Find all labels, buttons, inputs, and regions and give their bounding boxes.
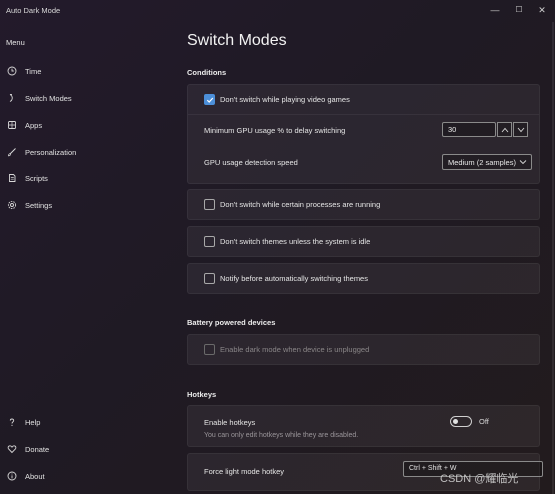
sidebar-item-help[interactable]: Help: [0, 412, 160, 432]
unplugged-option: Enable dark mode when device is unplugge…: [204, 344, 555, 355]
switch-icon: [5, 91, 19, 105]
heart-icon: [5, 442, 19, 456]
sidebar-item-label: Switch Modes: [25, 93, 72, 103]
close-button[interactable]: ✕: [535, 4, 549, 16]
gpu-speed-value: Medium (2 samples): [448, 157, 516, 167]
watermark: CSDN @耀临光: [440, 473, 519, 485]
gpu-speed-dropdown[interactable]: Medium (2 samples): [442, 154, 532, 170]
sidebar-item-label: Personalization: [25, 147, 77, 157]
gear-icon: [5, 198, 19, 212]
brush-icon: [5, 145, 19, 159]
processes-card: Don't switch while certain processes are…: [187, 189, 540, 220]
gpu-speed-row: GPU usage detection speed Medium (2 samp…: [188, 147, 539, 177]
increment-button[interactable]: [497, 122, 512, 137]
chevron-down-icon: [519, 160, 527, 165]
force-light-label: Force light mode hotkey: [204, 467, 285, 476]
sidebar-item-label: Apps: [25, 120, 43, 130]
section-hotkeys-label: Hotkeys: [187, 390, 217, 399]
idle-label: Don't switch themes unless the system is…: [220, 237, 371, 246]
unplugged-checkbox: [204, 344, 215, 355]
battery-card: Enable dark mode when device is unplugge…: [187, 334, 540, 365]
processes-option[interactable]: Don't switch while certain processes are…: [204, 199, 555, 210]
notify-checkbox[interactable]: [204, 273, 215, 284]
menu-header: Menu: [6, 38, 25, 47]
enable-hotkeys-toggle[interactable]: [450, 416, 472, 427]
title-bar: Auto Dark Mode — ☐ ✕: [0, 0, 555, 22]
gpu-threshold-row: Minimum GPU usage % to delay switching 3…: [188, 115, 539, 145]
info-icon: [5, 469, 19, 483]
minimize-button[interactable]: —: [488, 4, 502, 16]
hotkeys-note: You can only edit hotkeys while they are…: [204, 432, 359, 439]
gpu-threshold-input[interactable]: 30: [442, 122, 496, 137]
gpu-threshold-label: Minimum GPU usage % to delay switching: [204, 126, 346, 135]
apps-icon: [5, 118, 19, 132]
page-title: Switch Modes: [187, 32, 287, 49]
sidebar-item-settings[interactable]: Settings: [0, 195, 160, 215]
notify-card: Notify before automatically switching th…: [187, 263, 540, 294]
processes-label: Don't switch while certain processes are…: [220, 200, 381, 209]
notify-option[interactable]: Notify before automatically switching th…: [204, 273, 555, 284]
maximize-button[interactable]: ☐: [512, 4, 526, 16]
script-icon: [5, 171, 19, 185]
hotkeys-enable-card: Enable hotkeys You can only edit hotkeys…: [187, 405, 540, 447]
sidebar-item-personalization[interactable]: Personalization: [0, 142, 160, 162]
chevron-up-icon: [501, 127, 508, 132]
toggle-state-label: Off: [479, 417, 489, 426]
sidebar-item-switch-modes[interactable]: Switch Modes: [0, 88, 160, 108]
sidebar-item-scripts[interactable]: Scripts: [0, 168, 160, 188]
sidebar-item-label: Donate: [25, 444, 50, 454]
sidebar-item-time[interactable]: Time: [0, 61, 160, 81]
toggle-knob: [453, 419, 458, 424]
notify-label: Notify before automatically switching th…: [220, 274, 368, 283]
games-checkbox[interactable]: [204, 94, 215, 105]
clock-icon: [5, 64, 19, 78]
unplugged-label: Enable dark mode when device is unplugge…: [220, 345, 370, 354]
section-conditions-label: Conditions: [187, 68, 227, 77]
idle-option[interactable]: Don't switch themes unless the system is…: [204, 236, 555, 247]
sidebar-item-label: Help: [25, 417, 41, 427]
games-option[interactable]: Don't switch while playing video games: [204, 94, 555, 105]
sidebar-item-about[interactable]: About: [0, 466, 160, 486]
gpu-speed-label: GPU usage detection speed: [204, 158, 298, 167]
help-icon: [5, 415, 19, 429]
scrollbar[interactable]: [552, 22, 554, 494]
idle-card: Don't switch themes unless the system is…: [187, 226, 540, 257]
sidebar-item-apps[interactable]: Apps: [0, 115, 160, 135]
conditions-card: Don't switch while playing video games M…: [187, 84, 540, 184]
idle-checkbox[interactable]: [204, 236, 215, 247]
sidebar-item-label: Scripts: [25, 173, 48, 183]
enable-hotkeys-label: Enable hotkeys: [204, 418, 256, 427]
games-label: Don't switch while playing video games: [220, 95, 350, 104]
sidebar-item-donate[interactable]: Donate: [0, 439, 160, 459]
sidebar-item-label: Time: [25, 66, 42, 76]
section-battery-label: Battery powered devices: [187, 318, 276, 327]
processes-checkbox[interactable]: [204, 199, 215, 210]
sidebar-item-label: Settings: [25, 200, 53, 210]
chevron-down-icon: [517, 127, 524, 132]
app-title: Auto Dark Mode: [6, 6, 61, 15]
decrement-button[interactable]: [513, 122, 528, 137]
sidebar-item-label: About: [25, 471, 45, 481]
